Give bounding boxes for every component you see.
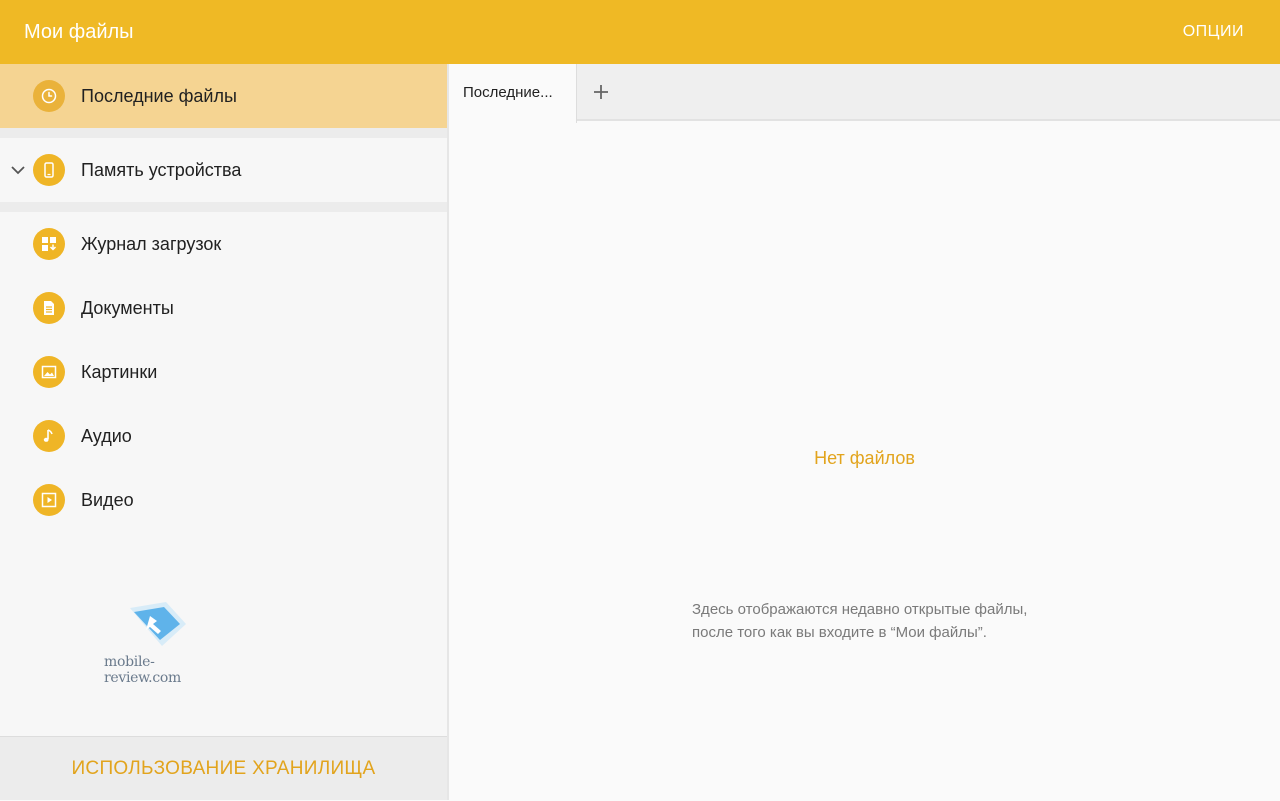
- tab-recent[interactable]: Последние...: [449, 64, 577, 123]
- sidebar-item-label: Документы: [81, 298, 174, 318]
- sidebar-item-label: Память устройства: [81, 160, 242, 180]
- watermark-icon: [130, 602, 186, 646]
- tab-label: Последние...: [463, 84, 553, 101]
- music-note-icon: [33, 420, 65, 452]
- watermark-logo: mobile-review.com: [100, 600, 220, 686]
- sidebar-item-download-history[interactable]: Журнал загрузок: [0, 212, 447, 276]
- image-icon: [33, 356, 65, 388]
- sidebar-item-documents[interactable]: Документы: [0, 276, 447, 340]
- sidebar-item-audio[interactable]: Аудио: [0, 404, 447, 468]
- sidebar-item-label: Последние файлы: [81, 86, 237, 106]
- sidebar-item-label: Аудио: [81, 426, 132, 446]
- download-history-icon: [33, 228, 65, 260]
- empty-state-description: Здесь отображаются недавно открытые файл…: [692, 601, 1028, 641]
- document-icon: [33, 292, 65, 324]
- sidebar-item-recent-files[interactable]: Последние файлы: [0, 64, 447, 128]
- app-bar: Мои файлы ОПЦИИ: [0, 0, 1280, 64]
- sidebar-item-label: Картинки: [81, 362, 158, 382]
- sidebar-item-device-storage[interactable]: Память устройства: [0, 138, 447, 202]
- storage-usage-button[interactable]: ИСПОЛЬЗОВАНИЕ ХРАНИЛИЩА: [0, 736, 447, 800]
- pane-divider: [447, 64, 449, 800]
- chevron-down-icon[interactable]: [10, 162, 26, 178]
- sidebar-item-label: Видео: [81, 490, 134, 510]
- plus-icon[interactable]: [589, 80, 613, 104]
- empty-state-title: Нет файлов: [814, 448, 915, 468]
- section-divider: [0, 202, 447, 212]
- app-title: Мои файлы: [24, 21, 134, 43]
- tab-strip: Последние...: [449, 64, 1280, 123]
- section-divider: [0, 128, 447, 138]
- options-button[interactable]: ОПЦИИ: [1183, 0, 1244, 64]
- sidebar-item-images[interactable]: Картинки: [0, 340, 447, 404]
- sidebar-item-label: Журнал загрузок: [81, 234, 222, 254]
- watermark-text: mobile-review.com: [104, 654, 181, 686]
- phone-icon: [33, 154, 65, 186]
- sidebar-item-video[interactable]: Видео: [0, 468, 447, 532]
- clock-icon: [33, 80, 65, 112]
- sidebar: Последние файлы Память устройства Журнал…: [0, 64, 447, 800]
- video-icon: [33, 484, 65, 516]
